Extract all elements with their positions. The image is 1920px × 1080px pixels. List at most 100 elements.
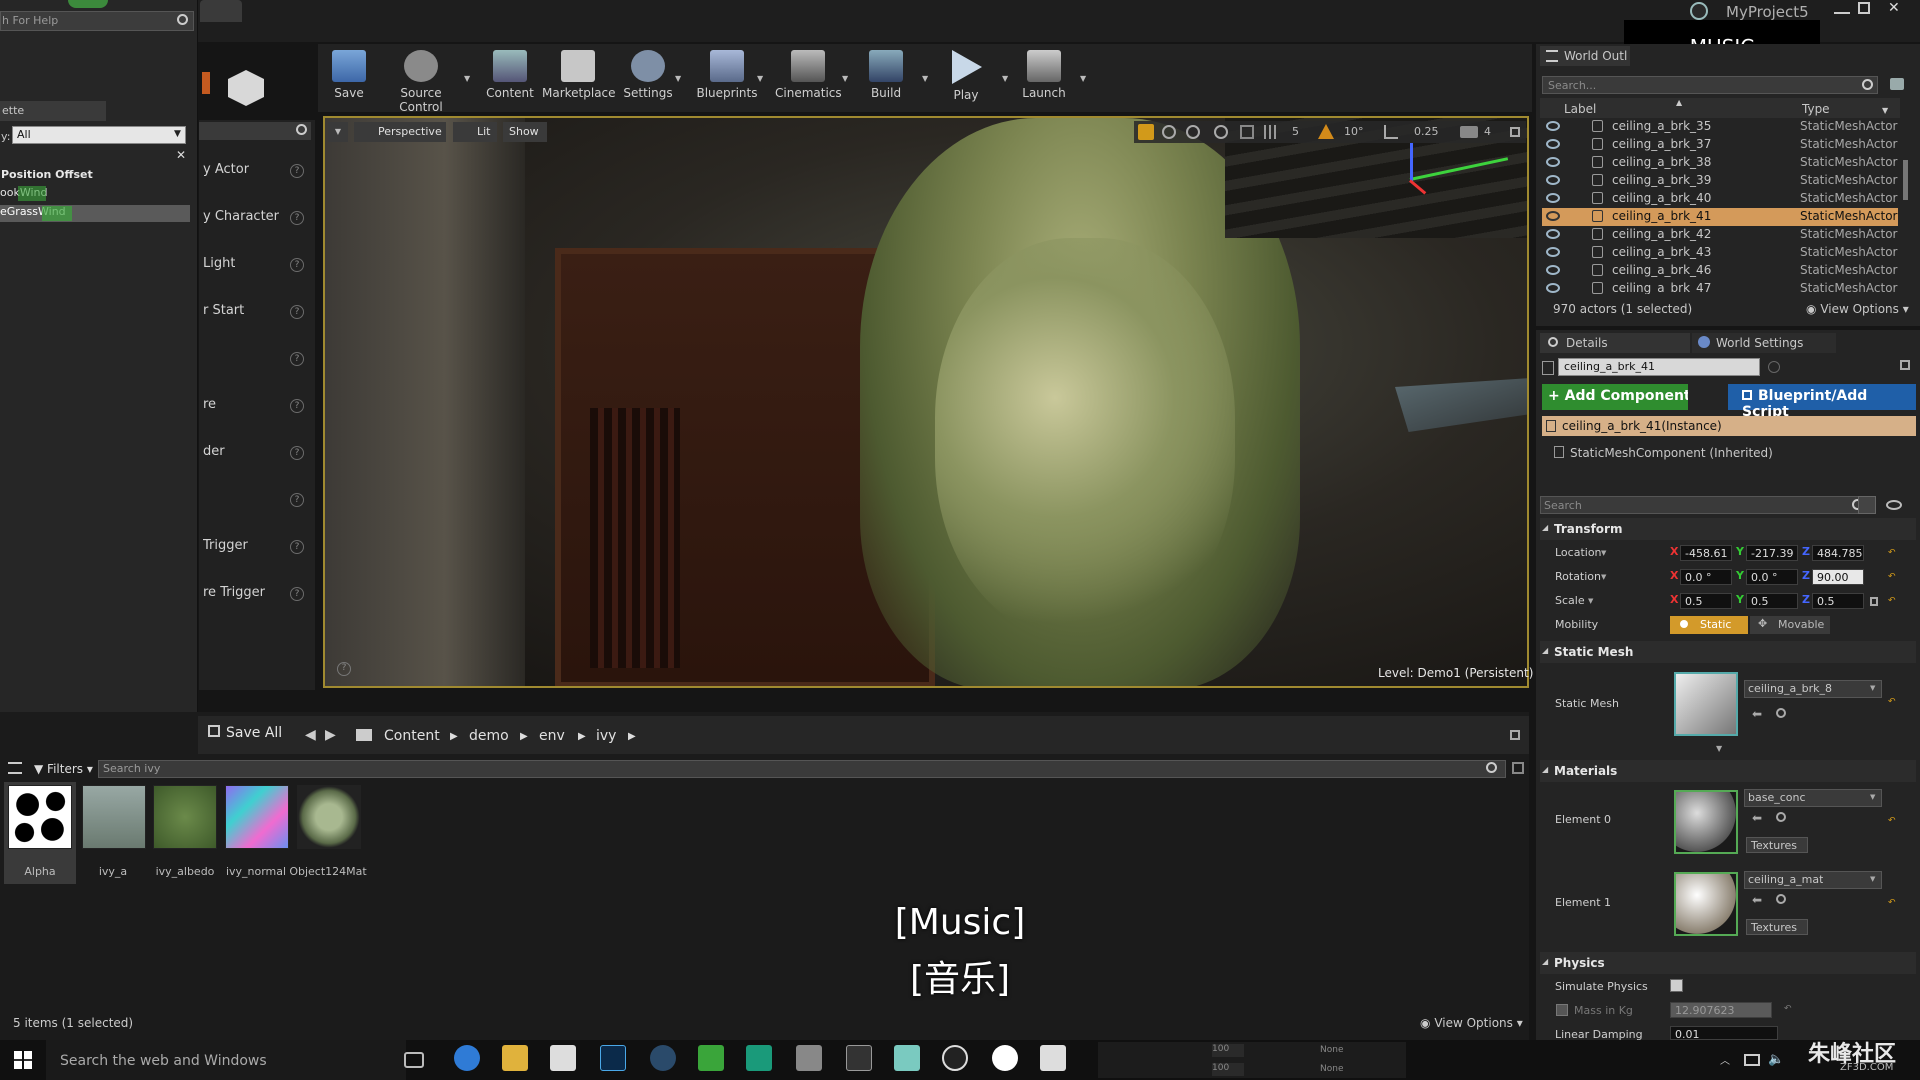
expand-arrow-icon[interactable]: ▼ [1716,744,1722,753]
breadcrumb-demo[interactable]: demo [469,728,509,744]
asset-thumbnail-ivy-a[interactable] [82,785,146,849]
chevron-down-icon[interactable]: ▼ [757,74,765,83]
outliner-row[interactable]: ceiling_a_brk_39 StaticMeshActor [1542,172,1902,190]
details-search-box[interactable] [1540,496,1870,514]
col-label[interactable]: Label [1564,102,1596,116]
add-component-button[interactable]: + Add Component [1542,384,1688,410]
eye-icon[interactable] [1546,121,1560,131]
lock-icon[interactable] [1900,360,1910,370]
chevron-down-icon[interactable]: ▼ [1002,74,1010,83]
chevron-down-icon[interactable]: ▼ [922,74,930,83]
scale-label[interactable]: Scale [1555,594,1585,607]
chevron-down-icon[interactable]: ▼ [1080,74,1088,83]
eye-icon[interactable] [1546,247,1560,257]
mass-input[interactable]: 12.907623 [1670,1002,1772,1018]
eye-icon[interactable] [1546,211,1560,221]
scale-y-input[interactable]: 0.5 [1746,593,1798,609]
lit-button[interactable]: Lit [453,122,497,142]
rotation-z-input[interactable]: 90.00 [1812,569,1864,585]
filters-button[interactable]: ▼ Filters ▾ [34,762,93,776]
cb-settings-icon[interactable] [1512,762,1524,774]
rotation-label[interactable]: Rotation [1555,570,1601,583]
maximize-viewport-icon[interactable] [1510,127,1520,137]
details-search-input[interactable]: Search [1544,499,1582,512]
asset-thumbnail-alpha[interactable] [8,785,72,849]
volume-icon[interactable]: 🔈 [1768,1052,1784,1067]
geometry-mode-icon[interactable] [228,70,264,106]
eye-icon[interactable] [1886,500,1902,510]
close-icon[interactable]: ✕ [1888,0,1900,16]
materials-section[interactable]: Materials [1540,760,1916,782]
help-icon[interactable]: ? [290,211,304,225]
place-item-start[interactable]: r Start [203,303,244,318]
location-label[interactable]: Location [1555,546,1602,559]
search-icon[interactable] [1862,79,1873,90]
scale-snap-value[interactable]: 0.25 [1414,125,1439,138]
outliner-row[interactable]: ceiling_a_brk_47 StaticMeshActor [1542,280,1902,294]
place-item-sphere[interactable]: re [203,397,216,412]
scale-x-input[interactable]: 0.5 [1680,593,1732,609]
viewport[interactable] [323,116,1529,688]
help-icon[interactable]: ? [290,399,304,413]
help-icon[interactable]: ? [290,493,304,507]
rotation-x-input[interactable]: 0.0 ° [1680,569,1732,585]
viewport-options-button[interactable]: ▼ [328,122,348,142]
unreal-engine-icon[interactable] [942,1045,968,1071]
camera-speed-icon[interactable] [1460,126,1478,138]
cb-search-box[interactable] [98,760,1506,778]
chevron-down-icon[interactable]: ▼ [675,74,683,83]
blueprint-add-script-button[interactable]: Blueprint/Add Script [1728,384,1916,420]
rotate-icon[interactable] [1186,125,1200,139]
launch-button[interactable]: Launch [1018,50,1070,106]
asset-thumbnail-ivy-normal[interactable] [225,785,289,849]
settings-button[interactable]: Settings [620,50,676,106]
taskbar-search-input[interactable]: Search the web and Windows [60,1053,267,1069]
chevron-down-icon[interactable]: ▼ [464,74,472,83]
help-icon[interactable]: ? [290,305,304,319]
scale-z-input[interactable]: 0.5 [1812,593,1864,609]
eye-icon[interactable] [1546,283,1560,293]
rotation-y-input[interactable]: 0.0 ° [1746,569,1798,585]
search-icon[interactable] [177,14,188,25]
task-view-icon[interactable] [404,1052,424,1068]
use-selected-arrow-icon[interactable]: ⬅ [1752,811,1762,825]
grid-snap-icon[interactable] [1264,125,1278,139]
help-icon[interactable] [1768,361,1780,373]
outliner-scrollbar[interactable] [1903,160,1908,200]
place-search-box[interactable] [199,122,311,140]
outliner-row[interactable]: ceiling_a_brk_46 StaticMeshActor [1542,262,1902,280]
left-search-input[interactable]: h For Help [2,14,58,27]
app-icon[interactable] [746,1045,772,1071]
textures-dropdown[interactable]: Textures [1746,837,1808,853]
itunes-icon[interactable] [992,1045,1018,1071]
place-item-light[interactable]: Light [203,256,235,271]
eye-icon[interactable] [1546,193,1560,203]
marketplace-button[interactable]: Marketplace [542,50,616,106]
help-icon[interactable]: ? [290,446,304,460]
place-item-character[interactable]: y Character [203,209,279,224]
breadcrumb-content[interactable]: Content [384,728,440,744]
outliner-row[interactable]: ceiling_a_brk_43 StaticMeshActor [1542,244,1902,262]
chevron-down-icon[interactable]: ▼ [842,74,850,83]
angle-snap-value[interactable]: 10° [1344,125,1364,138]
place-item-actor[interactable]: y Actor [203,162,249,177]
help-icon[interactable]: ? [290,164,304,178]
material-thumbnail[interactable] [1674,790,1738,854]
mobility-static-button[interactable]: Static [1670,616,1748,634]
play-button[interactable]: Play [940,50,992,106]
surface-snap-icon[interactable] [1240,125,1254,139]
place-item-cylinder[interactable]: der [203,444,225,459]
reset-arrow-icon[interactable]: ↶ [1888,697,1896,707]
help-icon[interactable]: ? [290,540,304,554]
edge-icon[interactable] [454,1045,480,1071]
photoshop-icon[interactable] [600,1045,626,1071]
eye-icon[interactable] [1546,265,1560,275]
outliner-row[interactable]: ceiling_a_brk_42 StaticMeshActor [1542,226,1902,244]
blueprints-button[interactable]: Blueprints [692,50,762,106]
grid-size-value[interactable]: 5 [1292,125,1299,138]
place-item-trigger[interactable]: Trigger [203,538,248,553]
physics-section[interactable]: Physics [1540,952,1916,974]
use-selected-arrow-icon[interactable]: ⬅ [1752,707,1762,721]
show-button[interactable]: Show [503,122,547,142]
reset-arrow-icon[interactable]: ↶ [1888,816,1896,826]
